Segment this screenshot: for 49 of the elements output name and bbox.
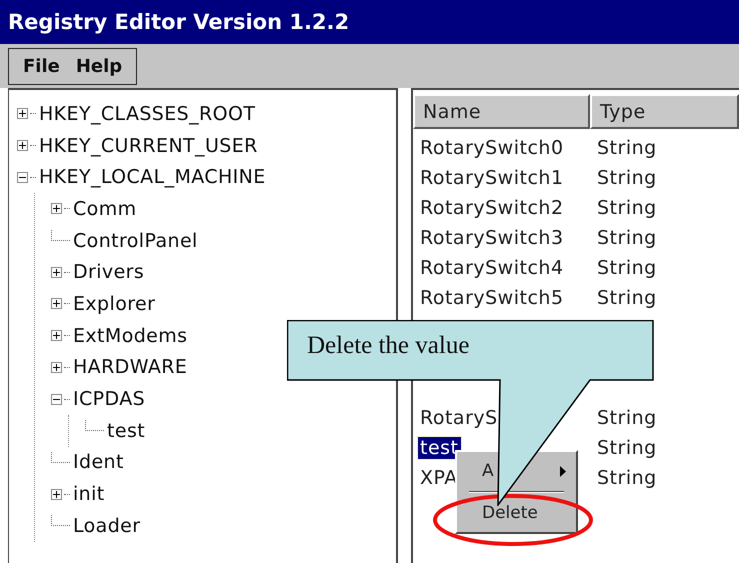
expand-box-icon[interactable] xyxy=(51,266,62,278)
collapse-box-icon[interactable] xyxy=(51,394,62,405)
value-type: String xyxy=(596,407,658,429)
tree-item[interactable]: Drivers xyxy=(72,261,146,284)
value-type: String xyxy=(596,257,658,279)
expand-box-icon[interactable] xyxy=(51,362,62,373)
tree-item[interactable]: ControlPanel xyxy=(72,230,199,252)
value-name[interactable]: RotarySwitch0 xyxy=(413,137,571,159)
collapse-box-icon[interactable] xyxy=(17,172,28,183)
tree-item[interactable]: init xyxy=(72,483,106,506)
value-type: String xyxy=(596,137,658,159)
value-type: String xyxy=(596,287,658,309)
expand-box-icon[interactable] xyxy=(51,298,62,310)
expand-box-icon[interactable] xyxy=(51,203,62,214)
callout-text: Delete the value xyxy=(307,332,470,360)
tree-item[interactable]: Comm xyxy=(72,198,138,220)
column-header[interactable]: Type xyxy=(590,94,739,129)
tree-item[interactable]: Ident xyxy=(72,451,125,474)
value-type: String xyxy=(596,467,658,489)
value-type: String xyxy=(596,167,658,189)
expand-box-icon[interactable] xyxy=(17,108,28,120)
tree-item[interactable]: HKEY_CURRENT_USER xyxy=(38,134,259,157)
menu-item[interactable]: A xyxy=(457,456,576,486)
tree-item[interactable]: ICPDAS xyxy=(72,388,146,410)
tree-item[interactable]: HKEY_LOCAL_MACHINE xyxy=(38,166,267,188)
value-name[interactable]: RotarySwitch5 xyxy=(413,287,571,309)
menu-item[interactable]: Help xyxy=(68,56,130,76)
tree-item[interactable]: Explorer xyxy=(72,292,156,315)
menu-item[interactable]: Delete xyxy=(457,498,576,528)
value-name[interactable]: test xyxy=(418,437,460,459)
tree-item[interactable]: Loader xyxy=(72,514,142,537)
window-title: Registry Editor Version 1.2.2 xyxy=(0,0,739,44)
value-name[interactable]: RotarySwitch3 xyxy=(413,227,571,249)
expand-box-icon[interactable] xyxy=(51,488,62,500)
value-type: String xyxy=(596,197,658,219)
tree-item[interactable]: test xyxy=(106,420,146,442)
value-name[interactable]: RotarySwitch4 xyxy=(413,257,571,279)
submenu-arrow-icon xyxy=(560,466,566,476)
value-name[interactable]: RotarySwitch2 xyxy=(413,197,571,219)
value-type: String xyxy=(596,437,658,459)
value-type: String xyxy=(596,227,658,249)
tree-item[interactable]: ExtModems xyxy=(72,324,188,347)
value-name[interactable]: RotarySwitch1 xyxy=(413,167,571,189)
tree-item[interactable]: HKEY_CLASSES_ROOT xyxy=(38,102,256,125)
menu-item[interactable]: File xyxy=(15,56,68,76)
expand-box-icon[interactable] xyxy=(17,140,28,152)
column-header[interactable]: Name xyxy=(413,94,590,129)
tree-item[interactable]: HARDWARE xyxy=(72,356,188,378)
expand-box-icon[interactable] xyxy=(51,330,62,342)
